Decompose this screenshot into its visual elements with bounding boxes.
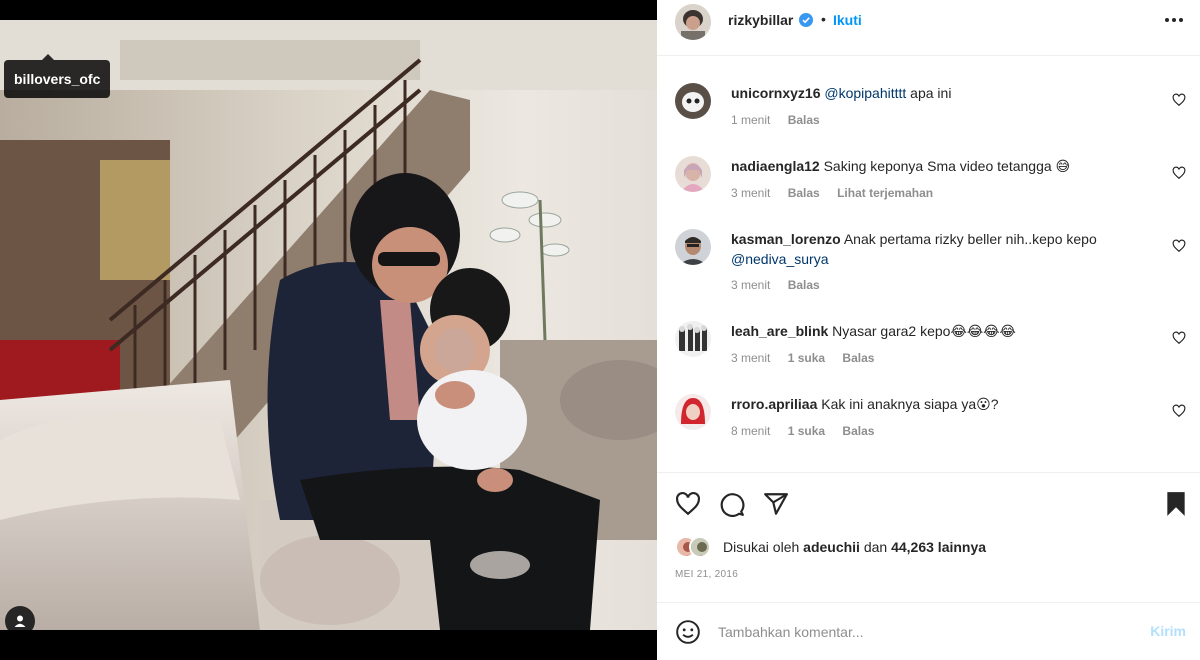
comment-input[interactable] bbox=[718, 618, 1118, 646]
comment-avatar[interactable] bbox=[675, 83, 711, 119]
heart-icon[interactable] bbox=[1172, 239, 1188, 255]
comment-text: rroro.apriliaa Kak ini anaknya siapa ya😮… bbox=[731, 394, 1151, 414]
comment-likes[interactable]: 1 suka bbox=[788, 351, 825, 365]
more-horizontal-icon[interactable] bbox=[1162, 8, 1186, 32]
separator-dot: • bbox=[821, 11, 826, 27]
comment-meta: 8 menit 1 suka Balas bbox=[731, 424, 888, 438]
post-media: billovers_ofc bbox=[0, 0, 657, 660]
heart-icon[interactable] bbox=[675, 491, 701, 517]
reply-button[interactable]: Balas bbox=[842, 351, 874, 365]
comment-body-suffix: ? bbox=[990, 396, 999, 412]
comment-time: 3 menit bbox=[731, 278, 771, 292]
likes-count[interactable]: 44,263 lainnya bbox=[891, 539, 986, 555]
post-photo[interactable]: billovers_ofc bbox=[0, 20, 657, 630]
comment-time: 1 menit bbox=[731, 113, 771, 127]
send-icon[interactable] bbox=[763, 491, 789, 517]
comment-body: Anak pertama rizky beller nih..kepo kepo bbox=[843, 231, 1097, 247]
heart-icon[interactable] bbox=[1172, 404, 1188, 420]
comment-time: 3 menit bbox=[731, 186, 771, 200]
author-username[interactable]: rizkybillar bbox=[728, 12, 793, 28]
post-detail-panel: rizkybillar • Ikuti unicornxyz16 @kopipa… bbox=[657, 0, 1200, 660]
emoji: 😅 bbox=[1055, 158, 1071, 174]
heart-icon[interactable] bbox=[1172, 93, 1188, 109]
reply-button[interactable]: Balas bbox=[842, 424, 874, 438]
photo-illustration bbox=[0, 20, 657, 630]
likers-avatars bbox=[675, 536, 713, 558]
comment-username[interactable]: unicornxyz16 bbox=[731, 85, 820, 101]
reply-button[interactable]: Balas bbox=[788, 186, 820, 200]
comment-text: nadiaengla12 Saking keponya Sma video te… bbox=[731, 156, 1151, 176]
heart-icon[interactable] bbox=[1172, 331, 1188, 347]
post-header: rizkybillar • Ikuti bbox=[657, 0, 1200, 56]
comment-mention[interactable]: @nediva_surya bbox=[731, 251, 829, 267]
comment-body: apa ini bbox=[906, 85, 952, 101]
comment-composer: Kirim bbox=[657, 602, 1200, 660]
comments-list[interactable]: unicornxyz16 @kopipahitttt apa ini 1 men… bbox=[657, 57, 1200, 470]
send-comment-button[interactable]: Kirim bbox=[1150, 623, 1186, 639]
translate-button[interactable]: Lihat terjemahan bbox=[837, 186, 933, 200]
author-avatar[interactable] bbox=[675, 4, 711, 40]
post-date[interactable]: MEI 21, 2016 bbox=[675, 569, 738, 580]
comment-mention[interactable]: @kopipahitttt bbox=[824, 85, 906, 101]
comment-likes[interactable]: 1 suka bbox=[788, 424, 825, 438]
comment-meta: 3 menit Balas bbox=[731, 278, 834, 292]
comment-avatar[interactable] bbox=[675, 394, 711, 430]
smiley-icon[interactable] bbox=[675, 619, 701, 645]
reply-button[interactable]: Balas bbox=[788, 278, 820, 292]
user-tag-pill[interactable]: billovers_ofc bbox=[4, 54, 111, 98]
likes-user[interactable]: adeuchii bbox=[803, 539, 860, 555]
comment-avatar[interactable] bbox=[675, 156, 711, 192]
comment-avatar[interactable] bbox=[675, 229, 711, 265]
emoji: 😂😂😂😂 bbox=[950, 323, 1016, 339]
comment-username[interactable]: rroro.apriliaa bbox=[731, 396, 817, 412]
comment-body: Nyasar gara2 kepo bbox=[832, 323, 951, 339]
comment-body: Kak ini anaknya siapa ya bbox=[821, 396, 977, 412]
emoji: 😮 bbox=[976, 396, 991, 412]
comment-meta: 3 menit Balas Lihat terjemahan bbox=[731, 186, 947, 200]
comment-username[interactable]: leah_are_blink bbox=[731, 323, 828, 339]
comment-username[interactable]: kasman_lorenzo bbox=[731, 231, 841, 247]
comment-text: kasman_lorenzo Anak pertama rizky beller… bbox=[731, 229, 1151, 269]
comment-time: 3 menit bbox=[731, 351, 771, 365]
liker-avatar bbox=[689, 536, 711, 558]
comment-meta: 3 menit 1 suka Balas bbox=[731, 351, 888, 365]
comment-avatar[interactable] bbox=[675, 321, 711, 357]
post-actions-bar bbox=[657, 472, 1200, 542]
heart-icon[interactable] bbox=[1172, 166, 1188, 182]
comment-text: unicornxyz16 @kopipahitttt apa ini bbox=[731, 83, 1151, 103]
likes-prefix: Disukai oleh bbox=[723, 539, 800, 555]
comment-text: leah_are_blink Nyasar gara2 kepo😂😂😂😂 bbox=[731, 321, 1151, 341]
comment-body: Saking keponya Sma video tetangga bbox=[823, 158, 1052, 174]
comment-icon[interactable] bbox=[719, 491, 745, 517]
reply-button[interactable]: Balas bbox=[788, 113, 820, 127]
verified-badge-icon bbox=[799, 13, 813, 27]
comment-username[interactable]: nadiaengla12 bbox=[731, 158, 820, 174]
likes-middle: dan bbox=[863, 539, 888, 555]
likes-summary[interactable]: Disukai oleh adeuchii dan 44,263 lainnya bbox=[675, 536, 986, 558]
follow-button[interactable]: Ikuti bbox=[833, 12, 862, 28]
bookmark-icon[interactable] bbox=[1165, 491, 1191, 517]
user-icon[interactable] bbox=[5, 606, 35, 630]
comment-meta: 1 menit Balas bbox=[731, 113, 834, 127]
comment-time: 8 menit bbox=[731, 424, 771, 438]
